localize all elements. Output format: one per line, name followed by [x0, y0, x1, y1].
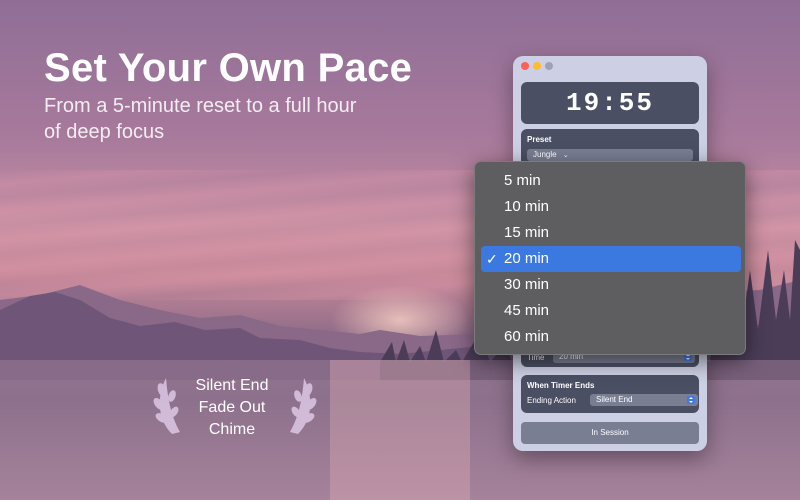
preset-value: Jungle [533, 150, 557, 159]
menu-option-60-min[interactable]: 60 min [481, 324, 741, 350]
ending-option-chime: Chime [208, 421, 256, 438]
menu-option-label: 10 min [504, 198, 550, 215]
menu-option-15-min[interactable]: 15 min [481, 220, 741, 246]
timer-display: 19:55 [521, 82, 699, 124]
page-subheadline: From a 5-minute reset to a full hour of … [44, 95, 357, 143]
menu-option-label: 20 min [504, 250, 550, 267]
menu-option-label: 30 min [504, 276, 550, 293]
menu-option-10-min[interactable]: 10 min [481, 194, 741, 220]
menu-option-label: 15 min [504, 224, 550, 241]
ending-options-list: Silent End Fade Out Chime [170, 375, 294, 441]
stepper-arrows-icon [687, 396, 695, 404]
menu-option-5-min[interactable]: 5 min [481, 168, 741, 194]
ending-option-silent-end: Silent End [195, 377, 269, 394]
ending-action-value: Silent End [596, 395, 633, 404]
time-dropdown-menu: 5 min 10 min 15 min ✓ 20 min 30 min 45 m… [474, 161, 746, 355]
ending-option-fade-out: Fade Out [198, 399, 266, 416]
ending-action-label: Ending Action [527, 396, 576, 405]
menu-option-20-min[interactable]: ✓ 20 min [481, 246, 741, 272]
zoom-window-button[interactable] [545, 62, 553, 70]
in-session-button[interactable]: In Session [521, 422, 699, 444]
page-headline: Set Your Own Pace [44, 46, 413, 90]
minimize-window-button[interactable] [533, 62, 541, 70]
timer-ends-title: When Timer Ends [527, 381, 595, 390]
preset-select[interactable]: Jungle ⌄ [527, 149, 693, 161]
menu-option-45-min[interactable]: 45 min [481, 298, 741, 324]
preset-title: Preset [527, 135, 552, 144]
menu-option-label: 5 min [504, 172, 541, 189]
menu-option-30-min[interactable]: 30 min [481, 272, 741, 298]
ending-action-select[interactable]: Silent End [590, 394, 698, 406]
timer-ends-group: When Timer Ends Ending Action Silent End [521, 375, 699, 413]
chevron-down-icon: ⌄ [562, 152, 569, 159]
menu-option-label: 60 min [504, 328, 550, 345]
checkmark-icon: ✓ [486, 251, 498, 267]
menu-option-label: 45 min [504, 302, 550, 319]
lake-reflection [330, 360, 470, 500]
close-window-button[interactable] [521, 62, 529, 70]
